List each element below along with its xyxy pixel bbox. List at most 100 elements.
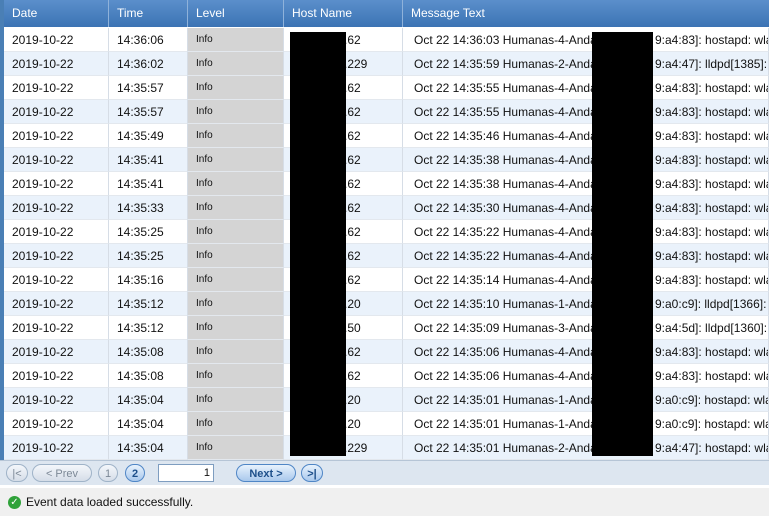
- message-end: 9:a4:83]: hostapd: wlan: [655, 177, 769, 191]
- cell-time: 14:35:04: [109, 412, 188, 436]
- cell-date: 2019-10-22: [4, 316, 109, 340]
- table-row[interactable]: 2019-10-22 14:35:04 Info .20 Oct 22 14:35:01…: [4, 388, 769, 412]
- table-row[interactable]: 2019-10-22 14:35:08 Info .62 Oct 22 14:35:06…: [4, 364, 769, 388]
- cell-time: 14:35:49: [109, 124, 188, 148]
- cell-level: Info: [188, 220, 284, 244]
- cell-date: 2019-10-22: [4, 364, 109, 388]
- page-2-button[interactable]: 2: [125, 464, 145, 482]
- message-end: 9:a4:83]: hostapd: wlan: [655, 369, 769, 383]
- host-suffix: .62: [344, 249, 361, 263]
- table-row[interactable]: 2019-10-22 14:35:04 Info .229 Oct 22 14:35:0…: [4, 436, 769, 460]
- message-end: 9:a4:83]: hostapd: wlan: [655, 201, 769, 215]
- message-end: 9:a4:83]: hostapd: wlan: [655, 273, 769, 287]
- cell-level: Info: [188, 28, 284, 52]
- host-suffix: .229: [344, 441, 368, 455]
- cell-message: Oct 22 14:35:38 Humanas-4-Andar 9:a4:83]:…: [403, 172, 769, 196]
- cell-message: Oct 22 14:35:30 Humanas-4-Andar 9:a4:83]:…: [403, 196, 769, 220]
- cell-level: Info: [188, 316, 284, 340]
- status-bar: ✓ Event data loaded successfully.: [0, 488, 769, 516]
- cell-date: 2019-10-22: [4, 292, 109, 316]
- next-page-button[interactable]: Next >: [236, 464, 296, 482]
- table-row[interactable]: 2019-10-22 14:35:25 Info .62 Oct 22 14:35:22…: [4, 244, 769, 268]
- cell-time: 14:35:04: [109, 436, 188, 460]
- message-start: Oct 22 14:35:10 Humanas-1-Andar: [414, 297, 601, 311]
- cell-date: 2019-10-22: [4, 268, 109, 292]
- message-start: Oct 22 14:35:06 Humanas-4-Andar: [414, 369, 601, 383]
- column-header-time[interactable]: Time: [109, 0, 188, 27]
- cell-level: Info: [188, 388, 284, 412]
- cell-level: Info: [188, 124, 284, 148]
- message-end: 9:a4:83]: hostapd: wlan: [655, 249, 769, 263]
- cell-time: 14:35:12: [109, 316, 188, 340]
- message-start: Oct 22 14:35:01 Humanas-1-Andar: [414, 417, 601, 431]
- redaction-block-host: [290, 32, 346, 456]
- cell-date: 2019-10-22: [4, 196, 109, 220]
- first-page-button[interactable]: |<: [6, 464, 28, 482]
- column-header-date[interactable]: Date: [4, 0, 109, 27]
- cell-message: Oct 22 14:35:55 Humanas-4-Andar 9:a4:83]:…: [403, 100, 769, 124]
- message-end: 9:a4:83]: hostapd: wlan: [655, 81, 769, 95]
- host-suffix: .62: [344, 177, 361, 191]
- message-start: Oct 22 14:35:30 Humanas-4-Andar: [414, 201, 601, 215]
- cell-date: 2019-10-22: [4, 412, 109, 436]
- cell-level: Info: [188, 340, 284, 364]
- cell-message: Oct 22 14:35:46 Humanas-4-Andar 9:a4:83]:…: [403, 124, 769, 148]
- message-end: 9:a0:c9]: hostapd: wlan: [655, 417, 769, 431]
- host-suffix: .62: [344, 33, 361, 47]
- pagination-bar: |< < Prev 1 2 1 Next > >|: [0, 460, 769, 485]
- cell-date: 2019-10-22: [4, 172, 109, 196]
- cell-date: 2019-10-22: [4, 340, 109, 364]
- cell-level: Info: [188, 52, 284, 76]
- page-number-input[interactable]: 1: [158, 464, 214, 482]
- cell-date: 2019-10-22: [4, 76, 109, 100]
- cell-message: Oct 22 14:36:03 Humanas-4-Andar 9:a4:83]:…: [403, 28, 769, 52]
- cell-time: 14:35:16: [109, 268, 188, 292]
- host-suffix: .50: [344, 321, 361, 335]
- cell-level: Info: [188, 364, 284, 388]
- table-row[interactable]: 2019-10-22 14:35:41 Info .62 Oct 22 14:35:38…: [4, 172, 769, 196]
- table-row[interactable]: 2019-10-22 14:35:08 Info .62 Oct 22 14:35:06…: [4, 340, 769, 364]
- table-row[interactable]: 2019-10-22 14:35:57 Info .62 Oct 22 14:35:55…: [4, 76, 769, 100]
- page-1-button[interactable]: 1: [98, 464, 118, 482]
- cell-level: Info: [188, 100, 284, 124]
- last-page-button[interactable]: >|: [301, 464, 323, 482]
- cell-date: 2019-10-22: [4, 388, 109, 412]
- cell-time: 14:36:06: [109, 28, 188, 52]
- message-start: Oct 22 14:35:55 Humanas-4-Andar: [414, 81, 601, 95]
- message-end: 9:a4:83]: hostapd: wlan: [655, 153, 769, 167]
- message-start: Oct 22 14:35:22 Humanas-4-Andar: [414, 225, 601, 239]
- cell-date: 2019-10-22: [4, 100, 109, 124]
- table-row[interactable]: 2019-10-22 14:35:04 Info .20 Oct 22 14:35:01…: [4, 412, 769, 436]
- cell-time: 14:35:08: [109, 364, 188, 388]
- cell-level: Info: [188, 196, 284, 220]
- prev-page-button[interactable]: < Prev: [32, 464, 92, 482]
- host-suffix: .62: [344, 153, 361, 167]
- message-end: 9:a0:c9]: hostapd: wlan: [655, 393, 769, 407]
- column-header-level[interactable]: Level: [188, 0, 284, 27]
- table-row[interactable]: 2019-10-22 14:35:12 Info .50 Oct 22 14:35:09…: [4, 316, 769, 340]
- column-header-host[interactable]: Host Name: [284, 0, 403, 27]
- message-start: Oct 22 14:35:38 Humanas-4-Andar: [414, 153, 601, 167]
- cell-message: Oct 22 14:35:01 Humanas-2-Andar 9:a4:47]:…: [403, 436, 769, 460]
- message-start: Oct 22 14:35:22 Humanas-4-Andar: [414, 249, 601, 263]
- cell-message: Oct 22 14:35:22 Humanas-4-Andar 9:a4:83]:…: [403, 244, 769, 268]
- message-start: Oct 22 14:35:01 Humanas-1-Andar: [414, 393, 601, 407]
- table-row[interactable]: 2019-10-22 14:35:33 Info .62 Oct 22 14:35:30…: [4, 196, 769, 220]
- host-suffix: .20: [344, 297, 361, 311]
- table-row[interactable]: 2019-10-22 14:36:06 Info .62 Oct 22 14:36:03…: [4, 28, 769, 52]
- event-grid: Date Time Level Host Name Message Text 2…: [0, 0, 769, 460]
- cell-date: 2019-10-22: [4, 220, 109, 244]
- message-start: Oct 22 14:35:46 Humanas-4-Andar: [414, 129, 601, 143]
- cell-message: Oct 22 14:35:55 Humanas-4-Andar 9:a4:83]:…: [403, 76, 769, 100]
- column-header-message[interactable]: Message Text: [403, 0, 769, 27]
- cell-level: Info: [188, 436, 284, 460]
- table-row[interactable]: 2019-10-22 14:35:25 Info .62 Oct 22 14:35:22…: [4, 220, 769, 244]
- table-row[interactable]: 2019-10-22 14:36:02 Info .229 Oct 22 14:35:5…: [4, 52, 769, 76]
- table-row[interactable]: 2019-10-22 14:35:41 Info .62 Oct 22 14:35:38…: [4, 148, 769, 172]
- host-suffix: .62: [344, 129, 361, 143]
- table-row[interactable]: 2019-10-22 14:35:49 Info .62 Oct 22 14:35:46…: [4, 124, 769, 148]
- cell-message: Oct 22 14:35:14 Humanas-4-Andar 9:a4:83]:…: [403, 268, 769, 292]
- table-row[interactable]: 2019-10-22 14:35:12 Info .20 Oct 22 14:35:10…: [4, 292, 769, 316]
- table-row[interactable]: 2019-10-22 14:35:57 Info .62 Oct 22 14:35:55…: [4, 100, 769, 124]
- table-row[interactable]: 2019-10-22 14:35:16 Info .62 Oct 22 14:35:14…: [4, 268, 769, 292]
